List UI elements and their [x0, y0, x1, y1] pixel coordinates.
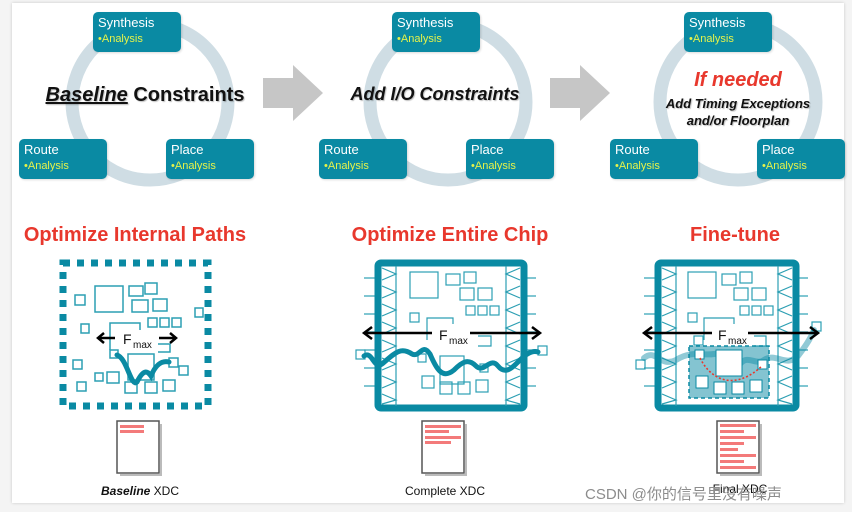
xdc-file-icon: [421, 420, 467, 476]
place-box: Place •Analysis: [757, 139, 845, 179]
timing-exceptions-text: Add Timing Exceptions and/or Floorplan: [648, 95, 828, 129]
route-label: Route: [615, 142, 650, 157]
fmax-label: F: [439, 327, 448, 343]
route-label: Route: [324, 142, 359, 157]
baseline-xdc-label: Baseline XDC: [90, 484, 190, 498]
place-detail: Analysis: [474, 160, 516, 172]
route-detail: Analysis: [327, 160, 369, 172]
file-emphasis: Baseline: [100, 484, 151, 498]
route-detail: Analysis: [618, 160, 660, 172]
place-detail: Analysis: [174, 160, 216, 172]
chip-finetune-diagram: F max: [635, 259, 822, 412]
chip-internal-diagram: F max: [59, 259, 212, 410]
route-box: Route •Analysis: [610, 139, 698, 179]
xdc-file-icon: [716, 420, 762, 476]
fmax-subscript: max: [133, 340, 152, 351]
place-box: Place •Analysis: [166, 139, 254, 179]
io-constraints-title: Add I/O Constraints: [350, 84, 520, 104]
xdc-file-icon: [116, 420, 162, 476]
synthesis-detail: Analysis: [101, 33, 143, 45]
place-box: Place •Analysis: [466, 139, 554, 179]
fmax-subscript: max: [449, 336, 468, 347]
chip-entire-diagram: F max: [355, 259, 548, 412]
baseline-constraints-title: Baseline Constraints: [30, 84, 260, 107]
goal-title: Fine-tune: [690, 224, 780, 246]
fmax-subscript: max: [728, 336, 747, 347]
constraints-text: Constraints: [127, 84, 245, 106]
if-needed-title: If needed: [694, 69, 782, 91]
arrow-right-icon: [263, 65, 323, 121]
place-label: Place: [171, 142, 204, 157]
place-label: Place: [762, 142, 795, 157]
place-detail: Analysis: [765, 160, 807, 172]
fmax-label: F: [718, 327, 727, 343]
goal-title: Optimize Internal Paths: [23, 224, 247, 246]
goal-title: Optimize Entire Chip: [351, 224, 549, 246]
arrow-right-icon: [550, 65, 610, 121]
center-line-1: Add Timing Exceptions: [665, 96, 811, 111]
complete-xdc-label: Complete XDC: [404, 484, 486, 498]
route-detail: Analysis: [27, 160, 69, 172]
synthesis-label: Synthesis: [98, 15, 155, 30]
route-label: Route: [24, 142, 59, 157]
file-rest: XDC: [150, 484, 180, 498]
route-box: Route •Analysis: [319, 139, 407, 179]
watermark-text: CSDN @你的信号里没有噪声: [585, 486, 782, 503]
fmax-label: F: [123, 331, 132, 347]
baseline-emphasis: Baseline: [45, 84, 128, 106]
synthesis-detail: Analysis: [400, 33, 442, 45]
synthesis-box: Synthesis •Analysis: [93, 12, 181, 52]
synthesis-box: Synthesis •Analysis: [392, 12, 480, 52]
place-label: Place: [471, 142, 504, 157]
route-box: Route •Analysis: [19, 139, 107, 179]
center-line-2: and/or Floorplan: [686, 113, 790, 128]
synthesis-label: Synthesis: [397, 15, 454, 30]
synthesis-detail: Analysis: [692, 33, 734, 45]
synthesis-label: Synthesis: [689, 15, 746, 30]
synthesis-box: Synthesis •Analysis: [684, 12, 772, 52]
